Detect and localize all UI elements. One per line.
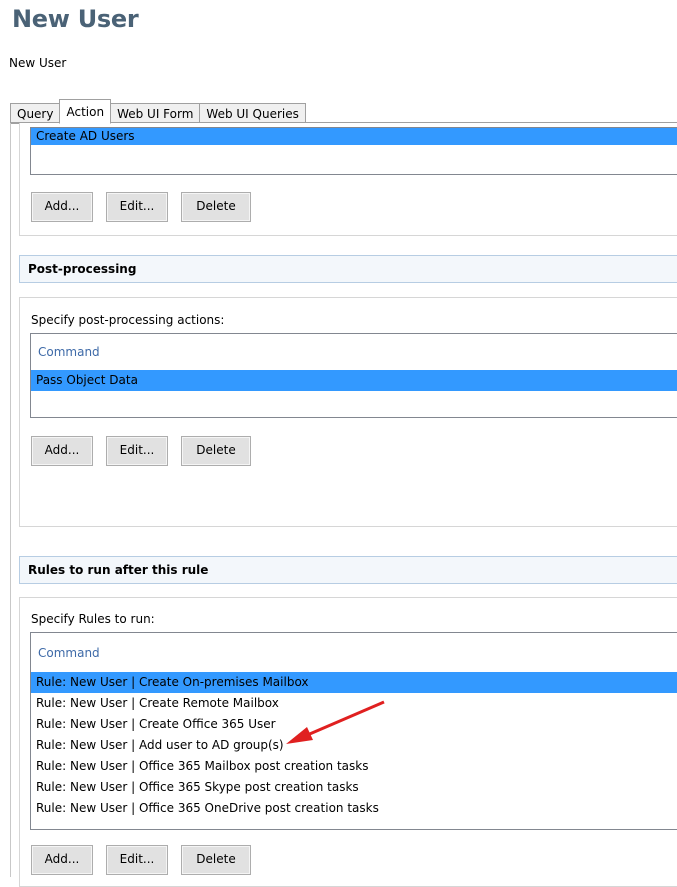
action-list[interactable]: Create AD Users xyxy=(30,127,677,175)
tab-strip: Query Action Web UI Form Web UI Queries xyxy=(10,98,306,124)
list-item[interactable]: Rule: New User | Create Remote Mailbox xyxy=(31,693,677,714)
page-subtitle: New User xyxy=(9,56,67,70)
list-item[interactable]: Rule: New User | Office 365 Mailbox post… xyxy=(31,756,677,777)
rules-after-label: Specify Rules to run: xyxy=(31,612,155,626)
list-item[interactable]: Rule: New User | Create On-premises Mail… xyxy=(31,672,677,693)
delete-rule-button[interactable]: Delete xyxy=(181,845,251,875)
tab-content-border xyxy=(10,123,11,877)
post-processing-list[interactable]: Command Pass Object Data xyxy=(30,333,677,418)
edit-rule-button[interactable]: Edit... xyxy=(106,845,168,875)
list-item[interactable]: Rule: New User | Create Office 365 User xyxy=(31,714,677,735)
column-header-command[interactable]: Command xyxy=(31,344,677,366)
post-processing-label: Specify post-processing actions: xyxy=(31,313,225,327)
delete-post-processing-button[interactable]: Delete xyxy=(181,436,251,466)
edit-action-button[interactable]: Edit... xyxy=(106,192,168,222)
edit-post-processing-button[interactable]: Edit... xyxy=(106,436,168,466)
tab-web-ui-form[interactable]: Web UI Form xyxy=(110,103,201,124)
add-post-processing-button[interactable]: Add... xyxy=(31,436,93,466)
list-item[interactable]: Rule: New User | Add user to AD group(s) xyxy=(31,735,677,756)
list-item[interactable]: Create AD Users xyxy=(31,128,677,145)
delete-action-button[interactable]: Delete xyxy=(181,192,251,222)
list-item[interactable]: Rule: New User | Office 365 Skype post c… xyxy=(31,777,677,798)
rules-after-list[interactable]: Command Rule: New User | Create On-premi… xyxy=(30,632,677,830)
list-item[interactable]: Pass Object Data xyxy=(31,370,677,391)
add-action-button[interactable]: Add... xyxy=(31,192,93,222)
add-rule-button[interactable]: Add... xyxy=(31,845,93,875)
page-title: New User xyxy=(12,5,139,33)
tab-web-ui-queries[interactable]: Web UI Queries xyxy=(199,103,306,124)
list-item[interactable]: Rule: New User | Office 365 OneDrive pos… xyxy=(31,798,677,819)
post-processing-header: Post-processing xyxy=(19,255,677,283)
tab-query[interactable]: Query xyxy=(10,103,61,124)
column-header-command[interactable]: Command xyxy=(31,645,677,672)
rules-after-header: Rules to run after this rule xyxy=(19,556,677,584)
tab-action[interactable]: Action xyxy=(59,99,112,124)
